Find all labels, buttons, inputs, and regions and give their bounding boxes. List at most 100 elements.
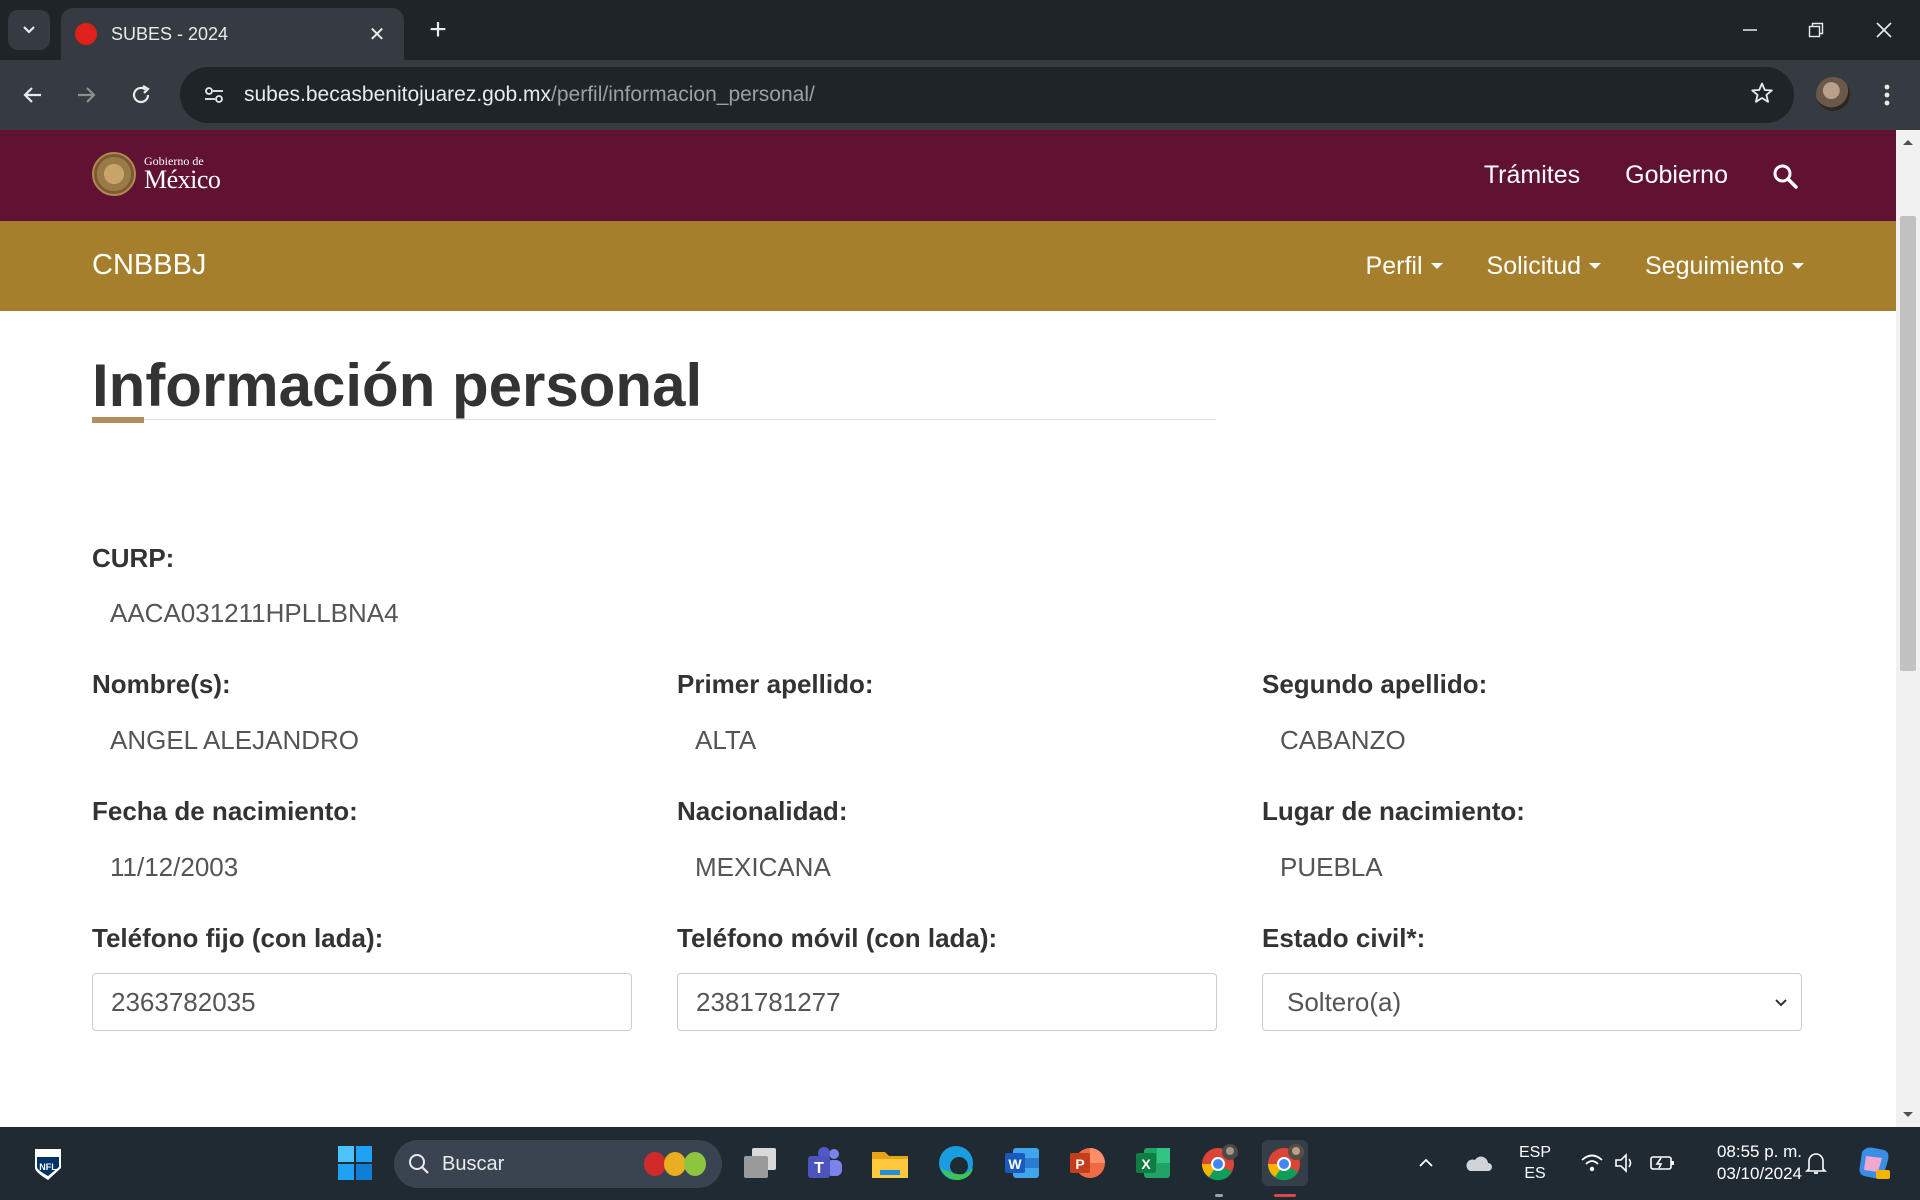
copilot-icon[interactable] <box>1850 1140 1896 1186</box>
lugar-nacimiento-label: Lugar de nacimiento: <box>1262 796 1525 826</box>
clock-time: 08:55 p. m. <box>1716 1142 1802 1161</box>
battery-icon[interactable] <box>1644 1140 1680 1186</box>
logo-text: Gobierno de México <box>144 155 221 193</box>
segundo-apellido-value: CABANZO <box>1280 725 1406 755</box>
language-bottom: ES <box>1524 1165 1546 1182</box>
new-tab-button[interactable]: + <box>420 12 456 48</box>
chrome-profile-icon[interactable] <box>1196 1140 1242 1186</box>
scroll-down-arrow-icon[interactable] <box>1896 1107 1920 1123</box>
nav-link-gobierno[interactable]: Gobierno <box>1625 161 1728 190</box>
taskbar-search[interactable]: Buscar <box>394 1140 722 1188</box>
reload-icon <box>132 85 150 104</box>
chrome-active-icon[interactable] <box>1262 1140 1308 1186</box>
site-info-icon[interactable] <box>192 84 236 106</box>
primer-apellido-label: Primer apellido: <box>677 669 874 699</box>
active-indicator <box>1274 1194 1296 1197</box>
word-icon[interactable]: W <box>999 1140 1045 1186</box>
bookmark-star-icon[interactable] <box>1750 81 1774 110</box>
language-top: ESP <box>1518 1144 1551 1161</box>
arrow-right-icon <box>78 87 96 103</box>
browser-toolbar: subes.becasbenitojuarez.gob.mx/perfil/in… <box>0 60 1920 130</box>
task-view-icon[interactable] <box>737 1140 783 1186</box>
browser-menu-button[interactable] <box>1870 77 1904 113</box>
sub-nav: Perfil Solicitud Seguimiento <box>1322 221 1804 311</box>
curp-value: AACA031211HPLLBNA4 <box>110 598 399 628</box>
chevron-down-icon <box>23 26 35 34</box>
minimize-button[interactable] <box>1720 6 1780 54</box>
telefono-fijo-input[interactable]: 2363782035 <box>92 973 632 1031</box>
menu-seguimiento[interactable]: Seguimiento <box>1645 252 1804 281</box>
svg-text:X: X <box>1141 1156 1151 1172</box>
taskbar-clock[interactable]: 08:55 p. m. 03/10/2024 <box>1692 1141 1802 1185</box>
file-explorer-icon[interactable] <box>867 1140 913 1186</box>
windows-taskbar: NFL Buscar T W P X ESP ES 08:55 p. m. 03… <box>0 1127 1920 1200</box>
tab-search-button[interactable] <box>8 10 50 50</box>
notifications-bell-icon[interactable] <box>1798 1140 1834 1186</box>
reload-button[interactable] <box>120 74 162 116</box>
telefono-fijo-label: Teléfono fijo (con lada): <box>92 923 384 953</box>
menu-perfil[interactable]: Perfil <box>1366 252 1443 281</box>
clock-date: 03/10/2024 <box>1716 1164 1802 1183</box>
page-viewport: Gobierno de México Trámites Gobierno CNB… <box>0 130 1896 1127</box>
search-icon[interactable] <box>1772 163 1798 189</box>
url-text: subes.becasbenitojuarez.gob.mx/perfil/in… <box>244 83 815 107</box>
gob-mexico-logo[interactable]: Gobierno de México <box>92 152 221 196</box>
mexico-seal-icon <box>92 152 136 196</box>
caret-down-icon <box>1792 263 1804 269</box>
apple-icon <box>664 1152 686 1176</box>
volume-icon[interactable] <box>1610 1140 1642 1186</box>
excel-icon[interactable]: X <box>1130 1140 1176 1186</box>
chevron-up-icon[interactable] <box>1408 1140 1444 1186</box>
restore-button[interactable] <box>1786 6 1846 54</box>
search-icon <box>409 1154 429 1174</box>
estado-civil-select[interactable]: Soltero(a) <box>1262 973 1802 1031</box>
close-window-button[interactable] <box>1854 6 1914 54</box>
chevron-down-icon <box>1775 999 1787 1007</box>
lugar-nacimiento-value: PUEBLA <box>1280 852 1383 882</box>
svg-text:NFL: NFL <box>39 1162 57 1172</box>
forward-button[interactable] <box>65 74 107 116</box>
nfl-widget-icon[interactable]: NFL <box>25 1140 71 1186</box>
favicon-icon <box>75 23 97 45</box>
svg-text:W: W <box>1008 1156 1022 1172</box>
windows-start-icon[interactable] <box>332 1140 378 1186</box>
back-button[interactable] <box>12 74 54 116</box>
nav-link-tramites[interactable]: Trámites <box>1484 161 1580 190</box>
menu-perfil-label: Perfil <box>1365 251 1423 280</box>
menu-solicitud[interactable]: Solicitud <box>1487 252 1602 281</box>
onedrive-cloud-icon[interactable] <box>1458 1140 1498 1186</box>
url-path: /perfil/informacion_personal/ <box>551 83 815 106</box>
address-bar[interactable]: subes.becasbenitojuarez.gob.mx/perfil/in… <box>180 67 1794 123</box>
estado-civil-label: Estado civil*: <box>1262 923 1426 953</box>
edge-browser-icon[interactable] <box>933 1140 979 1186</box>
segundo-apellido-label: Segundo apellido: <box>1262 669 1488 699</box>
title-accent-bar <box>92 417 144 423</box>
fecha-nacimiento-value: 11/12/2003 <box>110 852 239 882</box>
close-icon <box>1876 22 1892 38</box>
taskbar-search-placeholder: Buscar <box>442 1152 505 1175</box>
profile-avatar[interactable] <box>1816 77 1850 111</box>
minimize-icon <box>1743 29 1757 31</box>
page-scrollbar[interactable] <box>1896 130 1920 1127</box>
caret-down-icon <box>1589 263 1602 269</box>
nombre-value: ANGEL ALEJANDRO <box>110 725 360 755</box>
apple-icon <box>644 1152 666 1176</box>
nacionalidad-label: Nacionalidad: <box>677 796 848 826</box>
caret-down-icon <box>1430 263 1443 269</box>
telefono-movil-input[interactable]: 2381781277 <box>677 973 1217 1031</box>
nombre-label: Nombre(s): <box>92 669 231 699</box>
close-tab-icon[interactable]: ✕ <box>364 22 390 47</box>
browser-tab-active[interactable]: SUBES - 2024 ✕ <box>61 8 404 60</box>
language-indicator[interactable]: ESP ES <box>1512 1142 1558 1184</box>
nacionalidad-value: MEXICANA <box>695 852 831 882</box>
powerpoint-icon[interactable]: P <box>1064 1140 1110 1186</box>
wifi-icon[interactable] <box>1576 1140 1608 1186</box>
page-title: Información personal <box>92 352 703 419</box>
fecha-nacimiento-label: Fecha de nacimiento: <box>92 796 358 826</box>
scrollbar-thumb[interactable] <box>1900 216 1916 671</box>
scroll-up-arrow-icon[interactable] <box>1896 134 1920 150</box>
site-brand[interactable]: CNBBBJ <box>92 249 206 282</box>
teams-icon[interactable]: T <box>802 1140 848 1186</box>
arrow-left-icon <box>23 87 41 103</box>
title-divider <box>92 419 1216 420</box>
